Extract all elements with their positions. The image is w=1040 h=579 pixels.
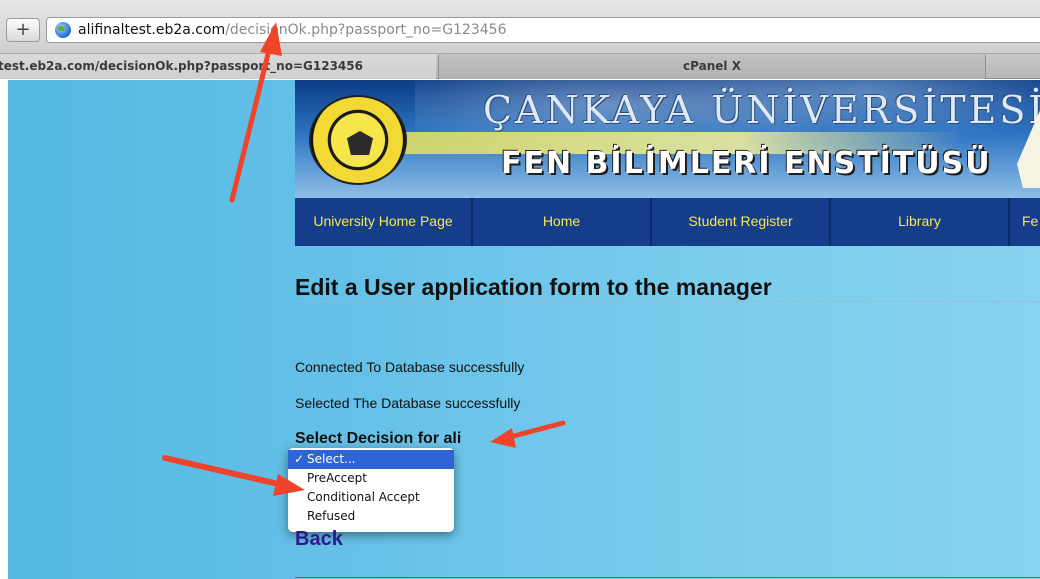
nav-student-register[interactable]: Student Register	[652, 198, 831, 246]
option-label: Select...	[307, 452, 356, 466]
status-connected: Connected To Database successfully	[295, 359, 525, 375]
address-bar-row: + alifinaltest.eb2a.com /decisionOk.php?…	[0, 0, 1040, 54]
decision-select-label: Select Decision for ali	[295, 430, 462, 447]
decision-dropdown[interactable]: ✓ Select... PreAccept Conditional Accept …	[288, 448, 454, 532]
bottom-divider	[295, 577, 1040, 578]
url-field[interactable]: alifinaltest.eb2a.com /decisionOk.php?pa…	[46, 17, 1040, 43]
option-preaccept[interactable]: PreAccept	[288, 469, 454, 488]
status-selected: Selected The Database successfully	[295, 395, 521, 411]
main-nav: University Home Page Home Student Regist…	[295, 198, 1040, 246]
page-title: Edit a User application form to the mana…	[295, 274, 772, 300]
seal-emblem-icon	[347, 131, 373, 155]
nav-library[interactable]: Library	[831, 198, 1010, 246]
option-select[interactable]: ✓ Select...	[288, 450, 454, 469]
url-host: alifinaltest.eb2a.com	[78, 22, 226, 38]
nav-home[interactable]: Home	[473, 198, 652, 246]
web-page: ÇANKAYA ÜNİVERSİTESİ FEN BİLİMLERİ ENSTİ…	[8, 80, 1040, 579]
heading-divider	[295, 301, 1040, 302]
back-link[interactable]: Back	[295, 528, 343, 551]
add-tab-button[interactable]: +	[6, 18, 40, 42]
university-banner: ÇANKAYA ÜNİVERSİTESİ FEN BİLİMLERİ ENSTİ…	[295, 80, 1040, 198]
banner-title: ÇANKAYA ÜNİVERSİTESİ	[483, 88, 1040, 132]
globe-icon	[55, 22, 71, 38]
university-seal-logo	[309, 95, 407, 185]
checkmark-icon: ✓	[294, 452, 305, 466]
nav-university-home[interactable]: University Home Page	[295, 198, 473, 246]
url-path: /decisionOk.php?passport_no=G123456	[225, 22, 507, 38]
tab-decision-page[interactable]: test.eb2a.com/decisionOk.php?passport_no…	[0, 54, 436, 79]
page-gutter	[0, 80, 8, 579]
option-conditional-accept[interactable]: Conditional Accept	[288, 488, 454, 507]
tab-cpanel[interactable]: cPanel X	[438, 54, 986, 79]
nav-truncated-item[interactable]: Fe	[1010, 198, 1040, 246]
banner-subtitle: FEN BİLİMLERİ ENSTİTÜSÜ	[501, 146, 992, 181]
tab-bar: test.eb2a.com/decisionOk.php?passport_no…	[0, 54, 1040, 79]
option-refused[interactable]: Refused	[288, 507, 454, 526]
